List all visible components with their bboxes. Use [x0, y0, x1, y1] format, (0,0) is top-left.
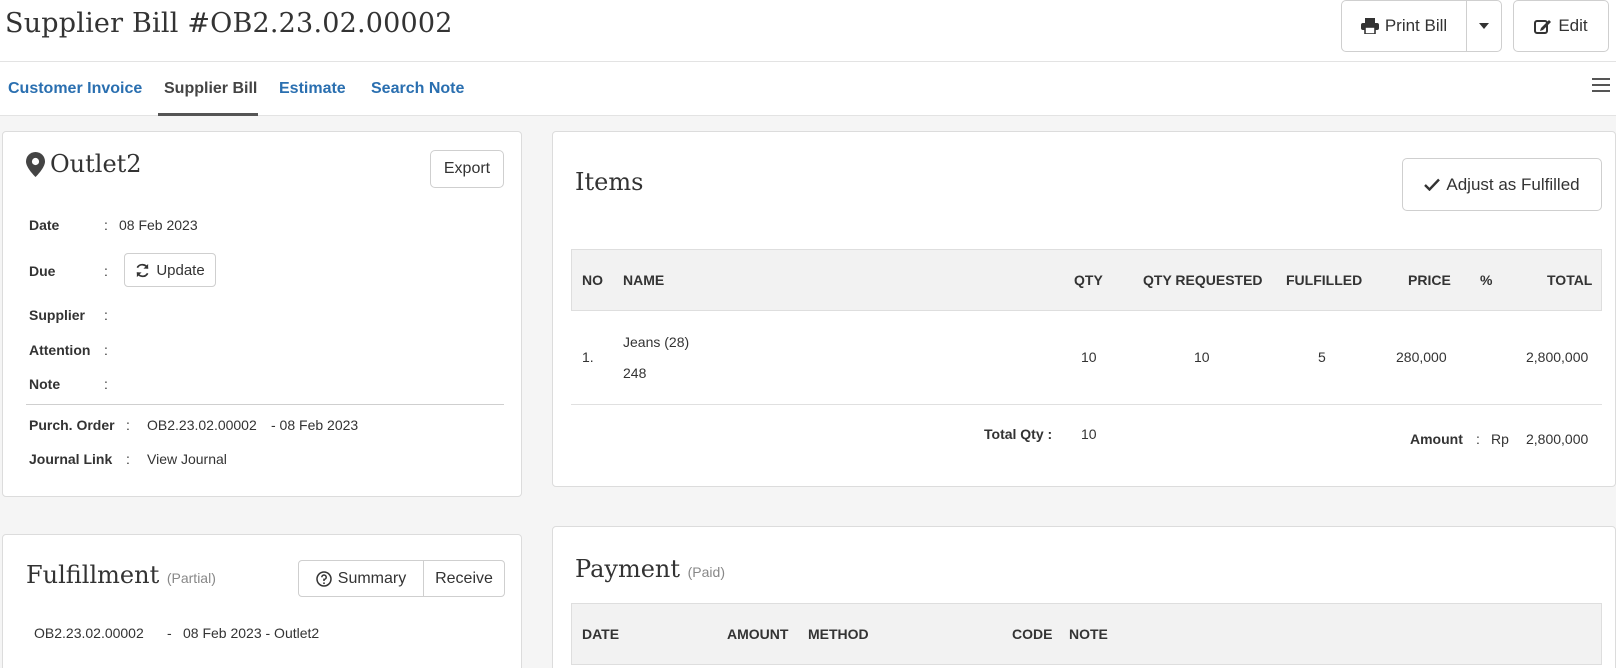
question-circle-icon: [316, 570, 332, 587]
adjust-as-fulfilled-button[interactable]: Adjust as Fulfilled: [1402, 158, 1602, 211]
tab-supplier-bill[interactable]: Supplier Bill: [164, 80, 257, 98]
items-card: Items Adjust as Fulfilled NO NAME QTY QT…: [552, 131, 1616, 487]
amount-value: 2,800,000: [1526, 431, 1589, 447]
col-payment-amount: AMOUNT: [727, 626, 789, 642]
note-label: Note: [29, 376, 61, 392]
col-price: PRICE: [1408, 272, 1451, 288]
col-total: TOTAL: [1547, 272, 1593, 288]
journal-link-colon: :: [126, 451, 130, 467]
update-label: Update: [156, 261, 205, 279]
print-bill-label: Print Bill: [1384, 16, 1448, 35]
fulfillment-entry-link[interactable]: OB2.23.02.00002: [34, 625, 144, 641]
purchase-order-link[interactable]: OB2.23.02.00002: [147, 417, 257, 433]
amount-label: Amount: [1410, 431, 1463, 447]
note-colon: :: [104, 376, 108, 392]
fulfillment-card: Fulfillment (Partial) Summary Receive OB…: [2, 534, 522, 668]
active-tab-indicator: [158, 113, 258, 116]
date-value: 08 Feb 2023: [119, 217, 198, 233]
items-table-header: NO NAME QTY QTY REQUESTED FULFILLED PRIC…: [571, 249, 1602, 311]
printer-icon: [1360, 18, 1379, 34]
col-qty-requested: QTY REQUESTED: [1143, 272, 1263, 288]
fulfillment-status: (Partial): [166, 570, 216, 586]
date-label: Date: [29, 217, 60, 233]
outlet-name: Outlet2: [50, 150, 142, 178]
bill-info-card: Outlet2 Export Date : 08 Feb 2023 Due : …: [2, 131, 522, 497]
due-label: Due: [29, 263, 56, 279]
col-qty: QTY: [1074, 272, 1103, 288]
tab-search-note[interactable]: Search Note: [371, 80, 464, 98]
total-qty-value: 10: [1081, 426, 1097, 442]
purchase-order-date: - 08 Feb 2023: [271, 417, 359, 433]
col-payment-code: CODE: [1012, 626, 1053, 642]
summary-button[interactable]: Summary: [298, 560, 424, 597]
caret-down-icon: [1479, 23, 1489, 29]
col-payment-note: NOTE: [1069, 626, 1108, 642]
page-header: Supplier Bill #OB2.23.02.00002 Print Bil…: [0, 0, 1616, 62]
export-button[interactable]: Export: [430, 150, 504, 188]
check-icon: [1424, 178, 1441, 191]
view-journal-link[interactable]: View Journal: [147, 451, 227, 467]
info-divider: [26, 404, 504, 405]
payment-card: Payment (Paid) DATE AMOUNT METHOD CODE N…: [552, 526, 1616, 668]
due-colon: :: [104, 263, 108, 279]
tab-bar: Customer Invoice Supplier Bill Estimate …: [0, 62, 1616, 116]
date-colon: :: [104, 217, 108, 233]
attention-colon: :: [104, 342, 108, 358]
supplier-colon: :: [104, 307, 108, 323]
col-no: NO: [582, 272, 603, 288]
print-bill-button[interactable]: Print Bill: [1341, 0, 1467, 52]
row-fulfilled: 5: [1318, 349, 1326, 365]
amount-currency: Rp: [1491, 431, 1509, 447]
adjust-as-fulfilled-label: Adjust as Fulfilled: [1446, 174, 1580, 194]
journal-link-label: Journal Link: [29, 451, 113, 467]
row-qty: 10: [1081, 349, 1097, 365]
col-payment-date: DATE: [582, 626, 620, 642]
refresh-icon: [135, 263, 150, 278]
fulfillment-entry-text: 08 Feb 2023 - Outlet2: [183, 625, 320, 641]
col-payment-method: METHOD: [808, 626, 869, 642]
purchase-order-colon: :: [126, 417, 130, 433]
purchase-order-label: Purch. Order: [29, 417, 115, 433]
row-no: 1.: [582, 349, 594, 365]
fulfillment-entry-separator: -: [167, 625, 172, 641]
edit-icon: [1534, 18, 1552, 35]
row-qty-requested: 10: [1194, 349, 1210, 365]
item-name-link[interactable]: Jeans (28): [623, 334, 689, 350]
total-qty-label: Total Qty :: [984, 426, 1053, 442]
tab-customer-invoice[interactable]: Customer Invoice: [8, 80, 142, 98]
item-code: 248: [623, 365, 647, 381]
payment-title: Payment (Paid): [575, 555, 725, 583]
payment-table-header: DATE AMOUNT METHOD CODE NOTE: [571, 603, 1602, 665]
row-divider: [571, 404, 1602, 405]
print-options-dropdown[interactable]: [1466, 0, 1502, 52]
items-title: Items: [575, 168, 644, 196]
edit-button[interactable]: Edit: [1513, 0, 1609, 52]
amount-colon: :: [1476, 431, 1480, 447]
supplier-label: Supplier: [29, 307, 86, 323]
row-price: 280,000: [1396, 349, 1447, 365]
col-percent: %: [1480, 272, 1493, 288]
page-title: Supplier Bill #OB2.23.02.00002: [5, 8, 453, 39]
row-total: 2,800,000: [1526, 349, 1589, 365]
summary-label: Summary: [337, 569, 407, 587]
receive-button[interactable]: Receive: [423, 560, 505, 597]
fulfillment-title: Fulfillment (Partial): [26, 561, 216, 589]
edit-label: Edit: [1558, 16, 1588, 35]
hamburger-menu-icon[interactable]: [1592, 78, 1610, 94]
col-name: NAME: [623, 272, 665, 288]
payment-status: (Paid): [687, 564, 725, 580]
attention-label: Attention: [29, 342, 91, 358]
location-pin-icon: [26, 152, 45, 180]
col-fulfilled: FULFILLED: [1286, 272, 1363, 288]
tab-estimate[interactable]: Estimate: [279, 80, 346, 98]
update-due-button[interactable]: Update: [124, 253, 216, 287]
